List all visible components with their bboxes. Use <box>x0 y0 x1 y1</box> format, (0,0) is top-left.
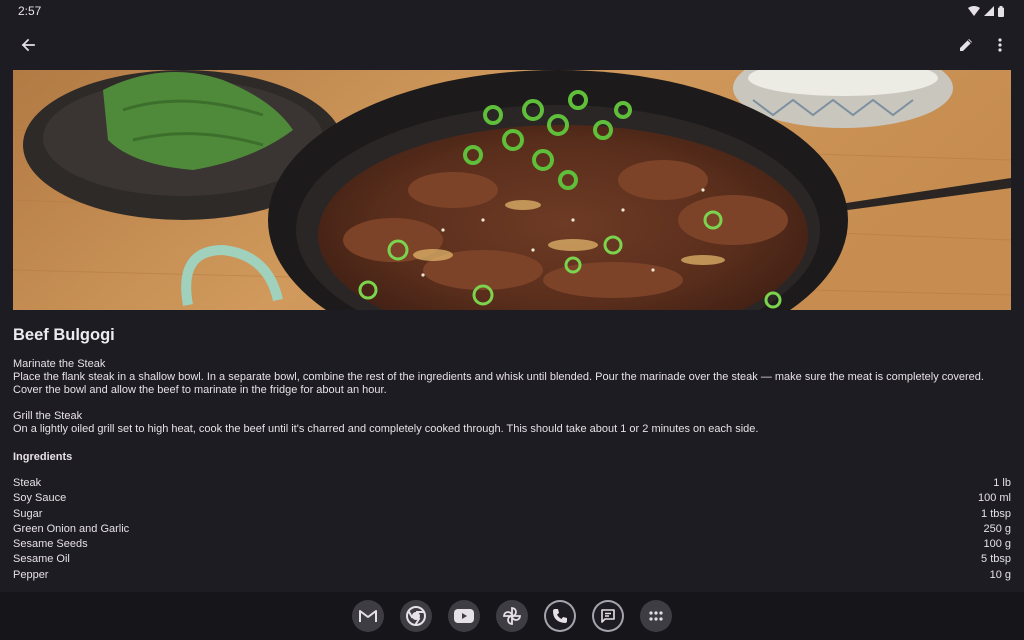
status-time: 2:57 <box>18 4 42 18</box>
wifi-icon <box>968 6 980 16</box>
step-description: Place the flank steak in a shallow bowl.… <box>13 371 984 396</box>
step-title: Marinate the Steak <box>13 358 106 370</box>
ingredient-row: Soy Sauce 100 ml <box>13 491 1011 506</box>
recipe-content: Beef Bulgogi Marinate the Steak Place th… <box>13 324 1011 583</box>
ingredient-name: Soy Sauce <box>13 492 67 505</box>
ingredient-name: Steak <box>13 477 42 489</box>
ingredients-list: Steak 1 lb Soy Sauce 100 ml Sugar 1 tbsp… <box>13 476 1011 583</box>
bulgogi-illustration <box>13 70 1011 310</box>
youtube-icon <box>454 609 474 623</box>
messages-icon <box>601 609 615 623</box>
pencil-icon <box>960 39 972 51</box>
ingredient-amount: 250 g <box>983 522 1011 535</box>
dock-gmail[interactable] <box>352 600 384 632</box>
ingredient-name: Sugar <box>13 507 43 520</box>
signal-icon <box>984 6 994 16</box>
ingredient-amount: 5 tbsp <box>981 553 1011 566</box>
ingredient-row: Sesame Oil 5 tbsp <box>13 552 1011 567</box>
ingredient-amount: 10 g <box>989 568 1011 581</box>
ingredient-row: Sugar 1 tbsp <box>13 507 1011 522</box>
battery-icon <box>998 5 1004 17</box>
ingredient-row: Green Onion and Garlic 250 g <box>13 522 1011 537</box>
recipe-title: Beef Bulgogi <box>13 326 115 344</box>
photos-pinwheel-icon <box>503 607 521 625</box>
ingredient-amount: 1 tbsp <box>981 507 1011 520</box>
dock-phone[interactable] <box>544 600 576 632</box>
dock-app-drawer[interactable] <box>640 600 672 632</box>
dock-messages[interactable] <box>592 600 624 632</box>
ingredient-name: Pepper <box>13 568 49 581</box>
ingredient-amount: 1 lb <box>993 477 1011 489</box>
dock-youtube[interactable] <box>448 600 480 632</box>
recipe-step: Marinate the Steak Place the flank steak… <box>13 358 1011 397</box>
step-description: On a lightly oiled grill set to high hea… <box>13 423 759 435</box>
ingredient-name: Green Onion and Garlic <box>13 522 130 535</box>
more-vert-icon <box>998 38 1002 52</box>
ingredient-name: Sesame Seeds <box>13 538 88 551</box>
status-icons <box>968 5 1004 17</box>
edit-button[interactable] <box>950 29 982 61</box>
app-bar <box>0 26 1024 64</box>
ingredient-row: Pepper 10 g <box>13 568 1011 583</box>
recipe-hero-image <box>13 70 1011 310</box>
dock-photos[interactable] <box>496 600 528 632</box>
ingredient-name: Sesame Oil <box>13 553 70 566</box>
step-title: Grill the Steak <box>13 410 83 422</box>
chrome-icon <box>406 606 426 626</box>
ingredient-row: Steak 1 lb <box>13 476 1011 491</box>
ingredient-row: Sesame Seeds 100 g <box>13 537 1011 552</box>
ingredient-amount: 100 ml <box>977 492 1011 505</box>
ingredient-amount: 100 g <box>983 538 1011 551</box>
more-options-button[interactable] <box>984 29 1016 61</box>
status-bar: 2:57 <box>0 0 1024 22</box>
taskbar-dock <box>0 592 1024 640</box>
back-button[interactable] <box>12 29 44 61</box>
dock-chrome[interactable] <box>400 600 432 632</box>
arrow-back-icon <box>21 38 35 52</box>
gmail-icon <box>359 610 377 622</box>
ingredients-heading: Ingredients <box>13 451 73 463</box>
phone-icon <box>553 609 567 623</box>
recipe-step: Grill the Steak On a lightly oiled grill… <box>13 410 1011 436</box>
app-drawer-icon <box>649 611 663 621</box>
